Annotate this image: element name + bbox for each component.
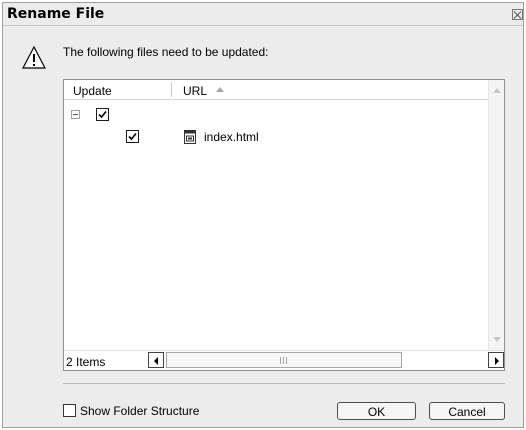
checkmark-icon [128, 132, 137, 141]
column-header-url[interactable]: URL [183, 84, 207, 98]
scroll-up-icon[interactable] [493, 88, 501, 93]
warning-icon [22, 45, 46, 69]
rename-file-dialog: Rename File The following files need to … [2, 2, 524, 428]
horizontal-scrollbar[interactable] [148, 352, 504, 369]
item-count: 2 Items [66, 355, 106, 369]
file-url-label[interactable]: index.html [204, 130, 259, 144]
list-footer: 2 Items [64, 350, 504, 370]
horizontal-scroll-thumb[interactable] [166, 352, 402, 368]
close-icon[interactable] [512, 9, 523, 20]
show-folder-structure-checkbox[interactable] [63, 404, 76, 417]
scroll-down-icon[interactable] [493, 337, 501, 342]
update-message: The following files need to be updated: [63, 45, 269, 59]
html-file-icon [184, 130, 196, 144]
collapse-toggle-icon[interactable] [71, 110, 80, 119]
scroll-left-icon[interactable] [148, 352, 164, 368]
cancel-button[interactable]: Cancel [429, 402, 505, 420]
dialog-title: Rename File [7, 6, 105, 22]
vertical-scrollbar[interactable] [488, 80, 504, 350]
footer-divider [63, 383, 505, 384]
scroll-right-icon[interactable] [488, 352, 504, 368]
column-divider[interactable] [171, 82, 172, 97]
ok-button[interactable]: OK [337, 402, 416, 420]
files-list[interactable]: Update URL index.html 2 Items [63, 79, 505, 371]
show-folder-structure-label[interactable]: Show Folder Structure [80, 404, 199, 418]
checkmark-icon [98, 110, 107, 119]
grip-icon [280, 357, 288, 364]
sort-ascending-icon [216, 87, 224, 92]
file-update-checkbox[interactable] [126, 130, 139, 143]
title-bar: Rename File [3, 3, 523, 25]
title-divider [3, 25, 523, 26]
column-header-update[interactable]: Update [73, 84, 112, 98]
list-header: Update URL [64, 80, 488, 100]
parent-update-checkbox[interactable] [96, 108, 109, 121]
